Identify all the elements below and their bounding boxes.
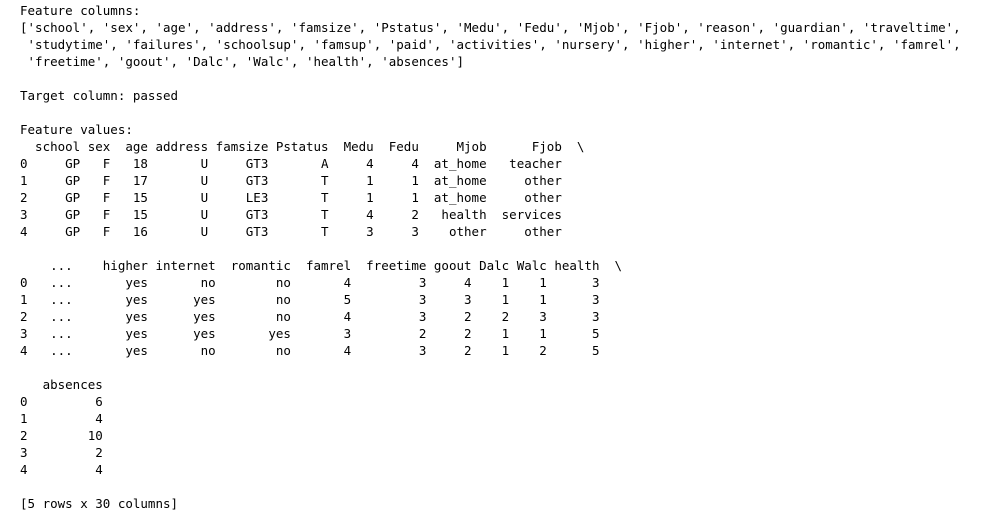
- output-line-blank: [20, 359, 961, 376]
- output-line-columns-list-2: 'studytime', 'failures', 'schoolsup', 'f…: [20, 37, 961, 52]
- table-row: 3 2: [20, 445, 103, 460]
- output-line-feature-values-heading: Feature values:: [20, 122, 133, 137]
- table-header-block-3: absences: [20, 377, 103, 392]
- table-row: 1 GP F 17 U GT3 T 1 1 at_home other: [20, 173, 562, 188]
- output-line-blank: [20, 240, 961, 257]
- output-line-columns-list-1: ['school', 'sex', 'age', 'address', 'fam…: [20, 20, 961, 35]
- output-line-blank: [20, 478, 961, 495]
- table-header-block-1: school sex age address famsize Pstatus M…: [20, 139, 585, 154]
- output-line-blank: [20, 70, 961, 87]
- output-line-feature-columns-heading: Feature columns:: [20, 3, 141, 18]
- output-line-target-column: Target column: passed: [20, 88, 179, 103]
- table-row: 2 10: [20, 428, 103, 443]
- table-row: 1 ... yes yes no 5 3 3 1 1 3: [20, 292, 600, 307]
- table-row: 0 GP F 18 U GT3 A 4 4 at_home teacher: [20, 156, 562, 171]
- table-row: 4 4: [20, 462, 103, 477]
- output-line-blank: [20, 104, 961, 121]
- table-row: 1 4: [20, 411, 103, 426]
- table-row: 4 GP F 16 U GT3 T 3 3 other other: [20, 224, 562, 239]
- table-row: 0 6: [20, 394, 103, 409]
- table-row: 3 ... yes yes yes 3 2 2 1 1 5: [20, 326, 600, 341]
- table-header-block-2: ... higher internet romantic famrel free…: [20, 258, 623, 273]
- output-line-shape-summary: [5 rows x 30 columns]: [20, 496, 179, 511]
- cell-output: Feature columns: ['school', 'sex', 'age'…: [20, 2, 961, 512]
- table-row: 2 GP F 15 U LE3 T 1 1 at_home other: [20, 190, 562, 205]
- output-line-columns-list-3: 'freetime', 'goout', 'Dalc', 'Walc', 'he…: [20, 54, 465, 69]
- table-row: 4 ... yes no no 4 3 2 1 2 5: [20, 343, 600, 358]
- table-row: 2 ... yes yes no 4 3 2 2 3 3: [20, 309, 600, 324]
- table-row: 3 GP F 15 U GT3 T 4 2 health services: [20, 207, 562, 222]
- table-row: 0 ... yes no no 4 3 4 1 1 3: [20, 275, 600, 290]
